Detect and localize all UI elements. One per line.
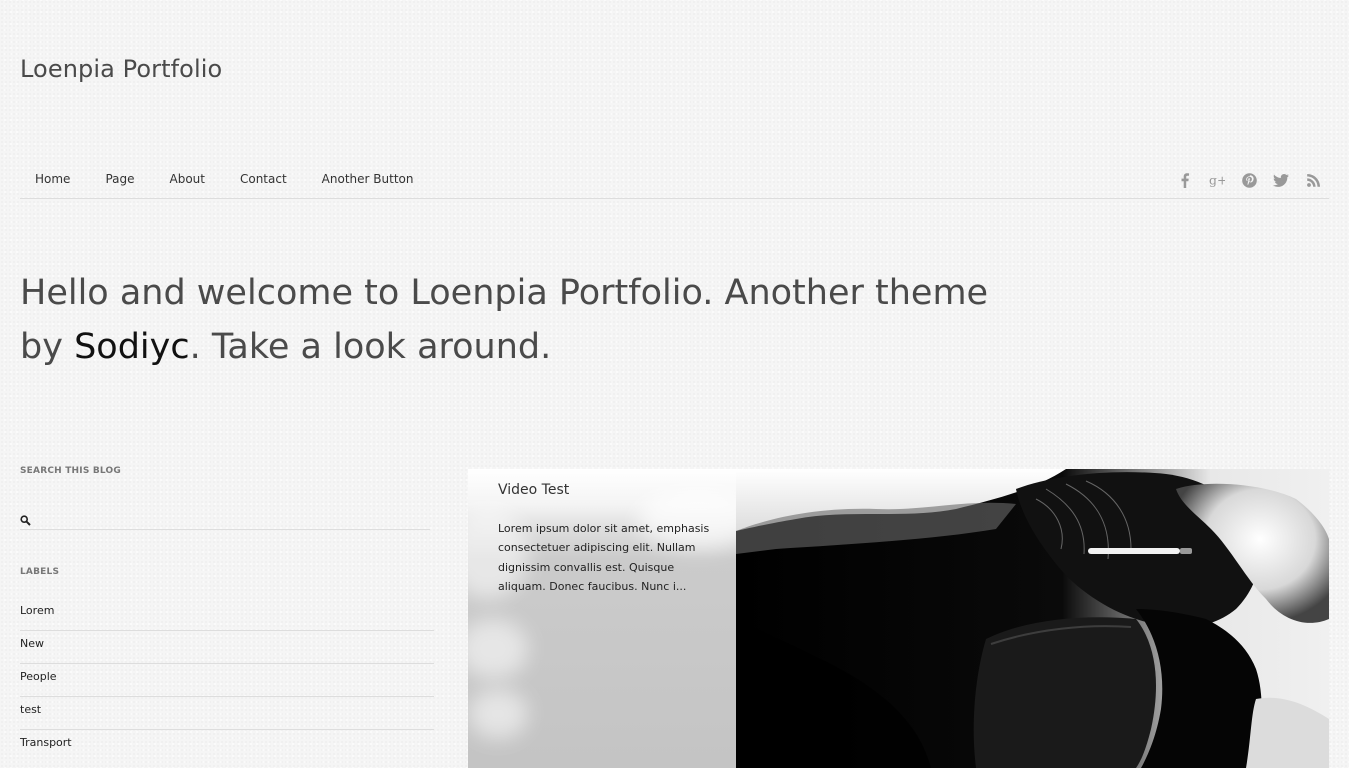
site-title[interactable]: Loenpia Portfolio (20, 55, 222, 83)
nav-item-contact[interactable]: Contact (240, 172, 287, 186)
post-excerpt: Lorem ipsum dolor sit amet, emphasis con… (498, 522, 710, 593)
facebook-icon[interactable] (1177, 172, 1193, 188)
labels-widget-title: LABELS (20, 567, 60, 577)
labels-list: Lorem New People test Transport (20, 598, 434, 762)
author-link[interactable]: Sodiyc (74, 327, 190, 367)
svg-text:g+: g+ (1209, 172, 1225, 187)
nav-menu: Home Page About Contact Another Button (20, 172, 433, 186)
welcome-message: Hello and welcome to Loenpia Portfolio. … (20, 266, 1040, 374)
nav-item-another-button[interactable]: Another Button (322, 172, 414, 186)
nav-item-home[interactable]: Home (35, 172, 70, 186)
label-item-transport[interactable]: Transport (20, 730, 434, 762)
smoke-decoration (468, 619, 528, 679)
nav-item-page[interactable]: Page (105, 172, 134, 186)
smoke-decoration (468, 689, 528, 739)
search-widget-title: SEARCH THIS BLOG (20, 466, 121, 476)
featured-post: Video Test Lorem ipsum dolor sit amet, e… (468, 469, 1329, 768)
pinterest-icon[interactable] (1241, 172, 1257, 188)
label-item-test[interactable]: test (20, 697, 434, 730)
search-box (20, 505, 430, 530)
search-icon[interactable] (20, 511, 31, 530)
label-item-people[interactable]: People (20, 664, 434, 697)
welcome-text-after: . Take a look around. (189, 327, 552, 367)
main-navigation: Home Page About Contact Another Button g… (20, 162, 1329, 199)
social-links: g+ (1161, 172, 1321, 188)
sidebar: SEARCH THIS BLOG LABELS Lorem New People… (20, 466, 434, 762)
rss-icon[interactable] (1305, 172, 1321, 188)
search-input[interactable] (40, 507, 425, 525)
google-plus-icon[interactable]: g+ (1209, 172, 1225, 188)
label-item-new[interactable]: New (20, 631, 434, 664)
nav-item-about[interactable]: About (170, 172, 205, 186)
post-summary-panel: Video Test Lorem ipsum dolor sit amet, e… (468, 469, 736, 768)
post-title[interactable]: Video Test (498, 482, 569, 498)
label-item-lorem[interactable]: Lorem (20, 598, 434, 631)
post-thumbnail-image[interactable] (736, 469, 1329, 768)
twitter-icon[interactable] (1273, 172, 1289, 188)
